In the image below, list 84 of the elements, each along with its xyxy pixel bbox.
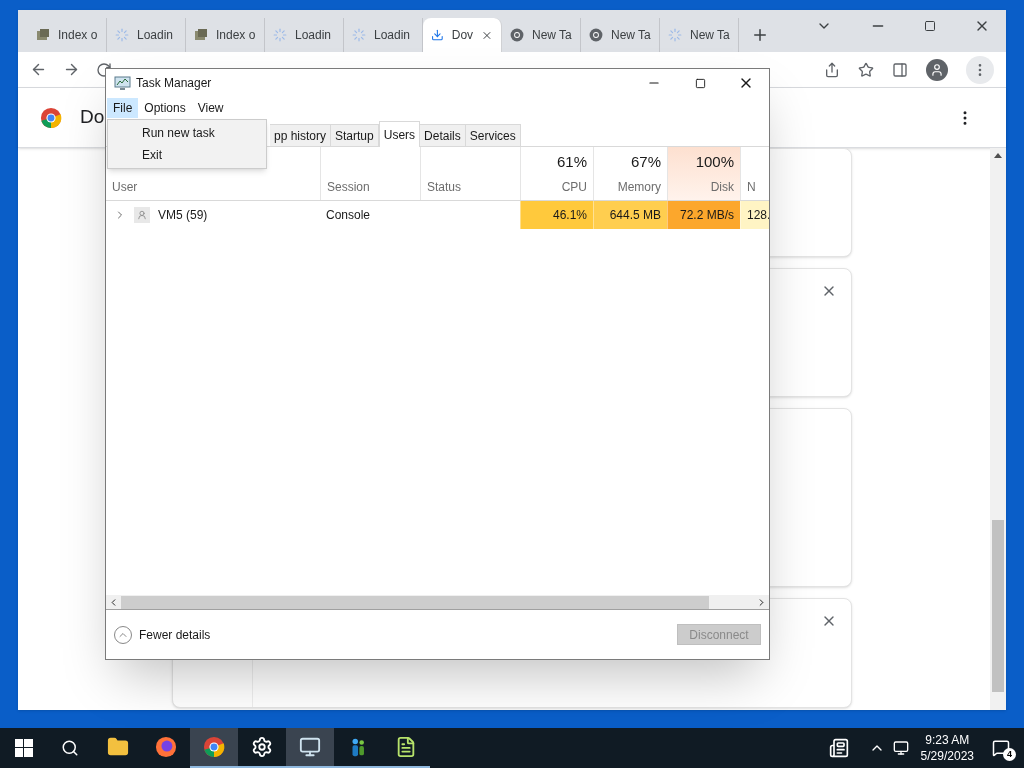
folder-icon xyxy=(107,736,129,758)
table-cell: 128. xyxy=(740,201,769,229)
column-header[interactable]: N xyxy=(740,147,769,200)
scroll-up-icon[interactable] xyxy=(994,153,1002,158)
scrollbar-thumb[interactable] xyxy=(992,520,1004,692)
news-icon[interactable] xyxy=(828,738,849,758)
menu-item[interactable]: Options xyxy=(138,98,192,118)
column-label: N xyxy=(747,179,757,196)
table-cell-text: Console xyxy=(325,207,372,224)
spinner-icon xyxy=(115,28,129,42)
tab-title: Loadin xyxy=(374,27,411,44)
tab-title: New Ta xyxy=(690,27,730,44)
maximize-icon[interactable] xyxy=(924,20,936,32)
forward-icon[interactable] xyxy=(63,61,80,78)
browser-logo-icon xyxy=(589,28,603,42)
menu-item[interactable]: View xyxy=(191,98,230,118)
column-header[interactable]: Session xyxy=(320,147,420,200)
maximize-icon[interactable] xyxy=(694,77,706,89)
browser-logo-icon xyxy=(510,28,524,42)
usage-percent: 61% xyxy=(556,152,587,172)
tab-title: Loadin xyxy=(137,27,174,44)
user-icon xyxy=(134,207,150,223)
profile-icon[interactable] xyxy=(926,58,948,81)
search-icon[interactable] xyxy=(61,739,79,757)
firefox-icon xyxy=(155,736,177,758)
tab[interactable]: Details xyxy=(420,124,466,146)
notepad-icon xyxy=(395,736,417,758)
chrome-logo-icon xyxy=(40,106,62,129)
page-icon xyxy=(194,28,208,42)
table-cell: 72.2 MB/s xyxy=(667,201,740,229)
usage-percent: 67% xyxy=(630,152,661,172)
taskbar-app[interactable] xyxy=(286,728,334,768)
windows-start-icon[interactable] xyxy=(15,739,33,757)
monitor-chart-icon xyxy=(114,75,131,91)
page-title: Do xyxy=(80,105,105,130)
column-label: Memory xyxy=(617,179,661,196)
reload-icon[interactable] xyxy=(96,61,112,78)
table-cell: 644.5 MB xyxy=(593,201,667,229)
notification-count: 4 xyxy=(1003,748,1016,761)
tab[interactable]: pp history xyxy=(270,124,332,146)
tab-title: Dov xyxy=(451,27,474,44)
usage-percent: 100% xyxy=(695,152,734,172)
tab-title: New Ta xyxy=(532,27,572,44)
fewer-details-link[interactable]: Fewer details xyxy=(139,625,211,644)
spinner-icon xyxy=(273,28,287,42)
menu-option[interactable]: Run new task xyxy=(108,122,266,144)
column-label: Session xyxy=(327,179,371,196)
notifications-icon[interactable] xyxy=(992,739,1010,757)
menu-item[interactable]: File xyxy=(107,98,139,118)
tab[interactable]: Services xyxy=(465,124,521,146)
window-title: Task Manager xyxy=(136,75,212,92)
download-icon xyxy=(431,28,444,42)
menu-option[interactable]: Exit xyxy=(108,144,266,166)
tab-title: Index o xyxy=(58,27,98,44)
column-header[interactable]: 100% Disk xyxy=(667,147,740,200)
spinner-icon xyxy=(668,28,682,42)
tab-title: Loadin xyxy=(295,27,332,44)
page-icon xyxy=(36,28,50,42)
tab[interactable]: Startup xyxy=(331,124,379,146)
new-tab-icon[interactable] xyxy=(751,26,769,44)
column-label: CPU xyxy=(561,179,587,196)
bookmark-star-icon[interactable] xyxy=(858,61,874,78)
browser-tab[interactable]: Dov xyxy=(423,18,502,52)
tab[interactable]: Users xyxy=(378,121,421,147)
scrollbar[interactable] xyxy=(990,148,1006,710)
monitor-icon xyxy=(299,736,321,758)
back-icon[interactable] xyxy=(30,61,47,78)
chrome-icon xyxy=(203,736,225,758)
side-panel-icon[interactable] xyxy=(892,61,908,78)
network-icon[interactable] xyxy=(892,740,909,756)
column-header[interactable]: Status xyxy=(420,147,520,200)
gear-icon xyxy=(251,736,273,758)
table-cell-text: VM5 (59) xyxy=(158,207,208,224)
table-cell: 46.1% xyxy=(520,201,593,229)
tab-title: Index o xyxy=(216,27,256,44)
clock-date[interactable]: 5/29/2023 xyxy=(920,748,974,764)
column-label: Disk xyxy=(710,179,734,196)
clock-time[interactable]: 9:23 AM xyxy=(925,732,970,748)
tab-title: New Ta xyxy=(611,27,651,44)
share-icon[interactable] xyxy=(824,61,840,78)
column-label: Status xyxy=(427,179,463,196)
horizontal-scrollbar[interactable] xyxy=(106,595,769,610)
column-header[interactable]: 61% CPU xyxy=(520,147,593,200)
spinner-icon xyxy=(352,28,366,42)
